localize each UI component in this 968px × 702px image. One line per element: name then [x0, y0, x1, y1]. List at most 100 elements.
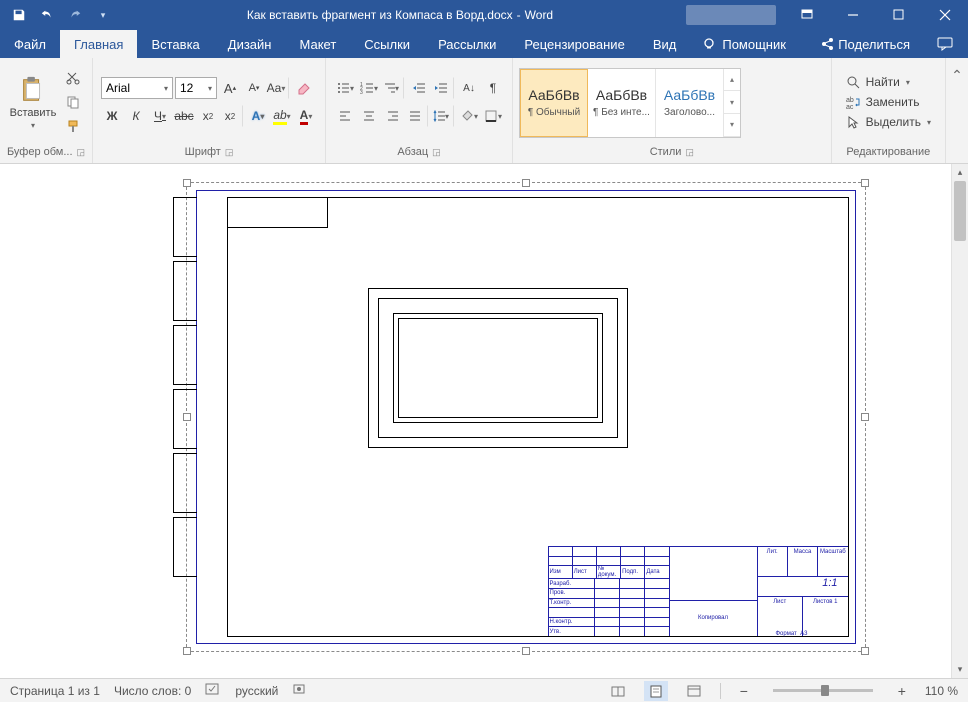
styles-launcher[interactable]: ◲	[685, 147, 694, 158]
style-nospacing[interactable]: АаБбВв ¶ Без инте...	[588, 69, 656, 137]
tell-me-search[interactable]: Помощник	[690, 30, 798, 58]
sort-button[interactable]: A↓	[458, 77, 480, 99]
resize-handle-t[interactable]	[522, 179, 530, 187]
language-indicator[interactable]: русский	[235, 684, 278, 698]
redo-button[interactable]	[62, 2, 88, 28]
paragraph-launcher[interactable]: ◲	[432, 147, 441, 158]
tab-file[interactable]: Файл	[0, 30, 60, 58]
multilevel-list-button[interactable]: ▾	[382, 77, 404, 99]
paste-button[interactable]: Вставить ▾	[6, 62, 60, 142]
vertical-scrollbar[interactable]: ▴ ▾	[951, 164, 968, 678]
tab-review[interactable]: Рецензирование	[510, 30, 638, 58]
decrease-indent-button[interactable]	[408, 77, 430, 99]
scroll-up-button[interactable]: ▴	[952, 164, 968, 181]
zoom-in-button[interactable]: +	[893, 683, 911, 699]
tab-references[interactable]: Ссылки	[350, 30, 424, 58]
zoom-out-button[interactable]: −	[735, 683, 753, 699]
tab-design[interactable]: Дизайн	[214, 30, 286, 58]
select-button[interactable]: Выделить▾	[842, 113, 935, 131]
copy-icon	[66, 95, 80, 109]
cut-button[interactable]	[62, 67, 84, 89]
align-right-button[interactable]	[382, 105, 404, 127]
tab-home[interactable]: Главная	[60, 30, 137, 58]
resize-handle-bl[interactable]	[183, 647, 191, 655]
save-button[interactable]	[6, 2, 32, 28]
bold-button[interactable]: Ж	[101, 105, 123, 127]
line-spacing-button[interactable]: ▾	[432, 105, 454, 127]
superscript-button[interactable]: x2	[221, 105, 243, 127]
shading-button[interactable]: ▾	[458, 105, 480, 127]
zoom-slider[interactable]	[773, 689, 873, 692]
replace-button[interactable]: abac Заменить	[842, 93, 935, 111]
scroll-track[interactable]	[952, 181, 968, 661]
collapse-ribbon-button[interactable]: ⌃	[946, 64, 968, 86]
align-left-button[interactable]	[334, 105, 356, 127]
macro-button[interactable]	[292, 682, 306, 699]
strikethrough-button[interactable]: abc	[173, 105, 195, 127]
grow-font-button[interactable]: A▴	[219, 77, 241, 99]
scroll-thumb[interactable]	[954, 181, 966, 241]
styles-scroll-down[interactable]: ▾	[724, 91, 740, 114]
read-mode-button[interactable]	[606, 681, 630, 701]
styles-expand[interactable]: ▾	[724, 114, 740, 137]
styles-gallery[interactable]: АаБбВв ¶ Обычный АаБбВв ¶ Без инте... Аа…	[519, 68, 741, 138]
font-size-combo[interactable]: 12▾	[175, 77, 217, 99]
show-marks-button[interactable]: ¶	[482, 77, 504, 99]
resize-handle-tl[interactable]	[183, 179, 191, 187]
minimize-button[interactable]	[830, 0, 876, 30]
font-name-combo[interactable]: Arial▾	[101, 77, 173, 99]
borders-button[interactable]: ▾	[482, 105, 504, 127]
resize-handle-tr[interactable]	[861, 179, 869, 187]
qat-customize-button[interactable]: ▾	[90, 2, 116, 28]
close-button[interactable]	[922, 0, 968, 30]
change-case-button[interactable]: Aa▾	[267, 77, 289, 99]
comments-button[interactable]	[934, 33, 956, 55]
print-layout-button[interactable]	[644, 681, 668, 701]
bullets-button[interactable]: ▾	[334, 77, 356, 99]
tab-layout[interactable]: Макет	[285, 30, 350, 58]
resize-handle-r[interactable]	[861, 413, 869, 421]
find-button[interactable]: Найти▾	[842, 73, 935, 91]
tab-mailings[interactable]: Рассылки	[424, 30, 510, 58]
resize-handle-b[interactable]	[522, 647, 530, 655]
account-badge[interactable]	[686, 5, 776, 25]
clipboard-launcher[interactable]: ◲	[77, 147, 86, 158]
font-color-button[interactable]: A▾	[295, 105, 317, 127]
tab-view[interactable]: Вид	[639, 30, 691, 58]
svg-text:ac: ac	[846, 104, 854, 109]
tab-insert[interactable]: Вставка	[137, 30, 213, 58]
text-effects-button[interactable]: A▾	[247, 105, 269, 127]
proofing-button[interactable]	[205, 682, 221, 699]
align-center-button[interactable]	[358, 105, 380, 127]
proofing-icon	[205, 682, 221, 696]
ribbon-display-button[interactable]	[784, 0, 830, 30]
resize-handle-br[interactable]	[861, 647, 869, 655]
word-count[interactable]: Число слов: 0	[114, 684, 191, 698]
undo-button[interactable]	[34, 2, 60, 28]
justify-button[interactable]	[406, 105, 428, 127]
subscript-button[interactable]: x2	[197, 105, 219, 127]
clear-formatting-button[interactable]	[293, 77, 315, 99]
font-launcher[interactable]: ◲	[225, 147, 234, 158]
maximize-button[interactable]	[876, 0, 922, 30]
macro-icon	[292, 682, 306, 696]
highlight-button[interactable]: ab▾	[271, 105, 293, 127]
ribbon-tabs: Файл Главная Вставка Дизайн Макет Ссылки…	[0, 30, 968, 58]
scroll-down-button[interactable]: ▾	[952, 661, 968, 678]
underline-button[interactable]: Ч▾	[149, 105, 171, 127]
web-layout-button[interactable]	[682, 681, 706, 701]
style-heading1[interactable]: АаБбВв Заголово...	[656, 69, 724, 137]
style-normal[interactable]: АаБбВв ¶ Обычный	[520, 69, 588, 137]
increase-indent-button[interactable]	[432, 77, 454, 99]
numbering-button[interactable]: 123▾	[358, 77, 380, 99]
page-indicator[interactable]: Страница 1 из 1	[10, 684, 100, 698]
zoom-level[interactable]: 110 %	[925, 684, 958, 698]
styles-scroll-up[interactable]: ▴	[724, 69, 740, 92]
share-button[interactable]: Поделиться	[810, 37, 920, 52]
embedded-drawing[interactable]: Изм Лист № докум. Подп. Дата Разраб. Про…	[196, 190, 856, 644]
document-canvas[interactable]: Изм Лист № докум. Подп. Дата Разраб. Про…	[0, 164, 951, 678]
format-painter-button[interactable]	[62, 115, 84, 137]
copy-button[interactable]	[62, 91, 84, 113]
italic-button[interactable]: К	[125, 105, 147, 127]
shrink-font-button[interactable]: A▾	[243, 77, 265, 99]
